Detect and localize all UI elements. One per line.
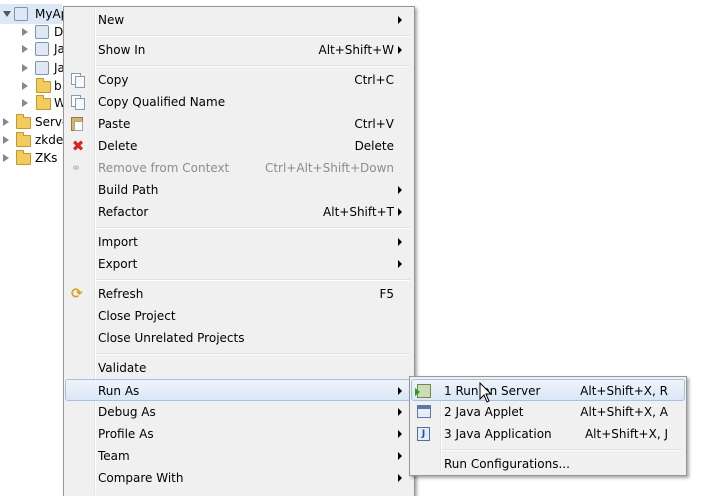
menu-separator (96, 279, 410, 281)
submenu-arrow-icon (398, 238, 402, 246)
menu-item-close-project[interactable]: Close Project (66, 305, 412, 327)
java-libs-icon (35, 61, 49, 75)
menu-item-import[interactable]: Import (66, 231, 412, 253)
submenu-item-java-application[interactable]: J 3 Java Application Alt+Shift+X, J (412, 423, 684, 445)
refresh-icon: ⟳ (71, 286, 83, 302)
menu-item-copy-qualified-name[interactable]: Copy Qualified Name (66, 91, 412, 113)
menu-item-debug-as[interactable]: Debug As (66, 401, 412, 423)
submenu-arrow-icon (398, 186, 402, 194)
submenu-arrow-icon (398, 260, 402, 268)
submenu-item-run-on-server[interactable]: 1 Run on Server Alt+Shift+X, R (411, 379, 685, 401)
submenu-arrow-icon (398, 430, 402, 438)
run-as-submenu: 1 Run on Server Alt+Shift+X, R 2 Java Ap… (409, 376, 687, 476)
menu-item-validate[interactable]: Validate (66, 357, 412, 379)
folder-icon (16, 114, 31, 129)
folder-icon (16, 150, 31, 165)
submenu-arrow-icon (398, 474, 402, 482)
tree-item-java-libs[interactable]: Ja (0, 58, 65, 78)
java-applet-icon (417, 405, 431, 418)
java-application-icon: J (417, 427, 430, 441)
menu-separator (96, 65, 410, 67)
tree-item-webcontent[interactable]: W (0, 93, 66, 113)
menu-item-build-path[interactable]: Build Path (66, 179, 412, 201)
submenu-item-run-configurations[interactable]: Run Configurations... (412, 453, 684, 475)
menu-separator (96, 227, 410, 229)
library-icon (35, 25, 49, 39)
collapse-arrow-icon[interactable] (22, 64, 28, 72)
menu-item-delete[interactable]: ✖ Delete Delete (66, 135, 412, 157)
folder-icon (36, 95, 51, 110)
copy-icon (71, 73, 85, 88)
tree-item-zkdemo[interactable]: zkder (0, 130, 68, 150)
remove-context-icon: ⚭ (71, 161, 82, 175)
menu-item-refresh[interactable]: ⟳ Refresh F5 (66, 283, 412, 305)
collapse-arrow-icon[interactable] (3, 118, 9, 126)
menu-separator (96, 35, 410, 37)
menu-item-refactor[interactable]: Refactor Alt+Shift+T (66, 201, 412, 223)
menu-item-team[interactable]: Team (66, 445, 412, 467)
menu-item-new[interactable]: New (66, 9, 412, 31)
submenu-item-java-applet[interactable]: 2 Java Applet Alt+Shift+X, A (412, 401, 684, 423)
paste-icon (71, 117, 83, 131)
menu-item-close-unrelated-projects[interactable]: Close Unrelated Projects (66, 327, 412, 349)
menu-item-profile-as[interactable]: Profile As (66, 423, 412, 445)
java-resources-icon (35, 42, 49, 56)
collapse-arrow-icon[interactable] (22, 82, 28, 90)
submenu-arrow-icon (398, 452, 402, 460)
submenu-arrow-icon (398, 46, 402, 54)
tree-item-servers[interactable]: Server (0, 112, 74, 132)
menu-item-remove-from-context: ⚭ Remove from Context Ctrl+Alt+Shift+Dow… (71, 161, 394, 175)
collapse-arrow-icon[interactable] (22, 28, 28, 36)
menu-item-copy[interactable]: Copy Ctrl+C (66, 69, 412, 91)
menu-separator (96, 353, 410, 355)
collapse-arrow-icon[interactable] (22, 45, 28, 53)
menu-item-run-as[interactable]: Run As (65, 379, 413, 401)
tree-item-java-resources[interactable]: Ja (0, 39, 65, 59)
submenu-arrow-icon (398, 16, 402, 24)
delete-icon: ✖ (71, 137, 85, 155)
collapse-arrow-icon[interactable] (3, 136, 9, 144)
project-icon (14, 7, 28, 21)
menu-item-paste[interactable]: Paste Ctrl+V (66, 113, 412, 135)
submenu-arrow-icon (398, 387, 402, 395)
context-menu: New Show In Alt+Shift+W Copy Ctrl+C Copy… (63, 6, 415, 496)
folder-icon (36, 78, 51, 93)
menu-item-export[interactable]: Export (66, 253, 412, 275)
submenu-arrow-icon (398, 408, 402, 416)
tree-item-zks[interactable]: ZKs (0, 148, 62, 168)
tree-item-project[interactable]: MyAp (0, 4, 68, 24)
menu-item-compare-with[interactable]: Compare With (66, 467, 412, 489)
submenu-arrow-icon (398, 208, 402, 216)
menu-item-show-in[interactable]: Show In Alt+Shift+W (66, 39, 412, 61)
menu-separator (442, 449, 682, 451)
expand-arrow-icon[interactable] (3, 11, 11, 17)
copy-qualified-icon (71, 95, 85, 110)
run-on-server-icon (415, 384, 431, 398)
collapse-arrow-icon[interactable] (3, 154, 9, 162)
folder-icon (16, 132, 31, 147)
collapse-arrow-icon[interactable] (22, 99, 28, 107)
